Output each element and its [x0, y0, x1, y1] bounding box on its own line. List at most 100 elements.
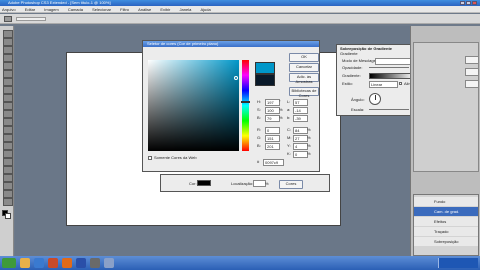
brightness-field[interactable]: 79 — [265, 115, 280, 122]
ok-button[interactable]: OK — [289, 53, 319, 62]
type-tool-icon[interactable] — [3, 150, 13, 158]
shape-tool-icon[interactable] — [3, 166, 13, 174]
hex-label: # — [257, 159, 260, 164]
cmyk-y-field[interactable]: 4 — [293, 143, 308, 150]
s-field[interactable]: 100 — [265, 107, 280, 114]
dodge-tool-icon[interactable] — [3, 134, 13, 142]
taskbar-ie-icon[interactable] — [34, 258, 44, 268]
cmyk-k-field[interactable]: 0 — [293, 151, 308, 158]
r-label: R: — [257, 127, 261, 132]
align-checkbox[interactable] — [399, 82, 402, 85]
menu-item-filtro[interactable]: Filtro — [120, 7, 129, 12]
panel-button-1[interactable] — [465, 56, 479, 64]
menu-item-imagem[interactable]: Imagem — [44, 7, 58, 12]
lab-a-field[interactable]: -14 — [293, 107, 308, 114]
g-field[interactable]: 151 — [265, 135, 280, 142]
blue-field[interactable]: 201 — [265, 143, 280, 150]
eraser-tool-icon[interactable] — [3, 110, 13, 118]
menu-item-editar[interactable]: Editar — [25, 7, 35, 12]
options-field[interactable] — [16, 17, 46, 21]
layer-row[interactable]: Sobreposição — [414, 237, 478, 246]
start-button[interactable] — [2, 258, 16, 268]
hue-slider[interactable] — [241, 60, 250, 151]
move-tool-icon[interactable] — [3, 30, 13, 38]
color-picker-title: Seletor de cores (Cor de primeiro plano) — [147, 41, 219, 46]
taskbar-explorer-icon[interactable] — [20, 258, 30, 268]
lab-l-field[interactable]: 57 — [293, 99, 308, 106]
lasso-tool-icon[interactable] — [3, 46, 13, 54]
add-to-swatches-button[interactable]: Adic. às Amostras — [289, 73, 319, 84]
pen-tool-icon[interactable] — [3, 142, 13, 150]
s-unit: % — [279, 107, 283, 112]
stamp-tool-icon[interactable] — [3, 94, 13, 102]
web-only-checkbox[interactable] — [148, 156, 152, 160]
menu-item-arquivo[interactable]: Arquivo — [2, 7, 16, 12]
taskbar-app-icon[interactable] — [104, 258, 114, 268]
menu-item-exibir[interactable]: Exibir — [160, 7, 170, 12]
history-brush-tool-icon[interactable] — [3, 102, 13, 110]
cmyk-c-unit: % — [307, 127, 311, 132]
crop-tool-icon[interactable] — [3, 62, 13, 70]
hand-tool-icon[interactable] — [3, 190, 13, 198]
brush-tool-icon[interactable] — [3, 86, 13, 94]
scale-slider[interactable] — [369, 109, 409, 110]
menu-item-janela[interactable]: Janela — [180, 7, 192, 12]
color-libraries-button[interactable]: Bibliotecas de Cores — [289, 87, 319, 98]
magic-wand-tool-icon[interactable] — [3, 54, 13, 62]
close-button[interactable] — [472, 1, 477, 5]
layer-name: Traçado — [434, 229, 449, 234]
layer-row[interactable]: Cam. de grad. — [414, 207, 478, 216]
angle-dial-needle — [375, 95, 376, 100]
taskbar-media-icon[interactable] — [48, 258, 58, 268]
menu-item-selecionar[interactable]: Selecionar — [92, 7, 111, 12]
h-field[interactable]: 197 — [265, 99, 280, 106]
layer-row[interactable]: Fundo — [414, 197, 478, 206]
cancel-button[interactable]: Cancelar — [289, 63, 319, 72]
gradient-preview[interactable] — [369, 73, 415, 79]
cmyk-c-field[interactable]: 84 — [293, 127, 308, 134]
lab-b-field[interactable]: -39 — [293, 115, 308, 122]
background-color-swatch[interactable] — [5, 213, 11, 219]
lab-b-label: b: — [287, 115, 291, 120]
cmyk-y-label: Y: — [287, 143, 291, 148]
menu-item-ajuda[interactable]: Ajuda — [200, 7, 210, 12]
angle-dial[interactable] — [369, 93, 381, 105]
path-selection-tool-icon[interactable] — [3, 158, 13, 166]
cmyk-m-field[interactable]: 27 — [293, 135, 308, 142]
layers-panel: Fundo Cam. de grad. Efeitos Traçado Sobr… — [413, 194, 479, 256]
healing-tool-icon[interactable] — [3, 78, 13, 86]
taskbar-photoshop-icon[interactable] — [76, 258, 86, 268]
menu-item-camada[interactable]: Camada — [68, 7, 83, 12]
gradient-tool-icon[interactable] — [3, 118, 13, 126]
tool-preset-icon[interactable] — [4, 16, 12, 22]
blur-tool-icon[interactable] — [3, 126, 13, 134]
opacity-slider[interactable] — [369, 67, 409, 68]
right-panel: Fundo Cam. de grad. Efeitos Traçado Sobr… — [410, 26, 480, 256]
menu-item-analise[interactable]: Análise — [138, 7, 151, 12]
h-unit: ° — [279, 99, 281, 104]
layer-row[interactable]: Traçado — [414, 227, 478, 236]
gradient-label: Gradiente: — [342, 73, 361, 78]
panel-button-2[interactable] — [465, 68, 479, 76]
taskbar-app-icon[interactable] — [90, 258, 100, 268]
eyedropper-tool-icon[interactable] — [3, 182, 13, 190]
layer-row[interactable]: Efeitos — [414, 217, 478, 226]
hex-field[interactable]: 0097c9 — [263, 159, 284, 166]
style-select[interactable]: Linear — [369, 81, 398, 88]
zoom-tool-icon[interactable] — [3, 198, 13, 206]
notes-tool-icon[interactable] — [3, 174, 13, 182]
hue-slider-handle[interactable] — [241, 101, 250, 103]
stroke-color-swatch[interactable] — [197, 180, 211, 186]
marquee-tool-icon[interactable] — [3, 38, 13, 46]
g-label: G: — [257, 135, 262, 140]
stroke-color-label: Cor: — [189, 181, 197, 186]
panel-button-3[interactable] — [465, 80, 479, 88]
stroke-colors-button[interactable]: Cores — [279, 180, 303, 189]
r-field[interactable]: 0 — [265, 127, 280, 134]
color-field-cursor[interactable] — [234, 76, 238, 80]
slice-tool-icon[interactable] — [3, 70, 13, 78]
minimize-button[interactable] — [460, 1, 465, 5]
maximize-button[interactable] — [466, 1, 471, 5]
taskbar-firefox-icon[interactable] — [62, 258, 72, 268]
color-field[interactable] — [148, 60, 239, 151]
